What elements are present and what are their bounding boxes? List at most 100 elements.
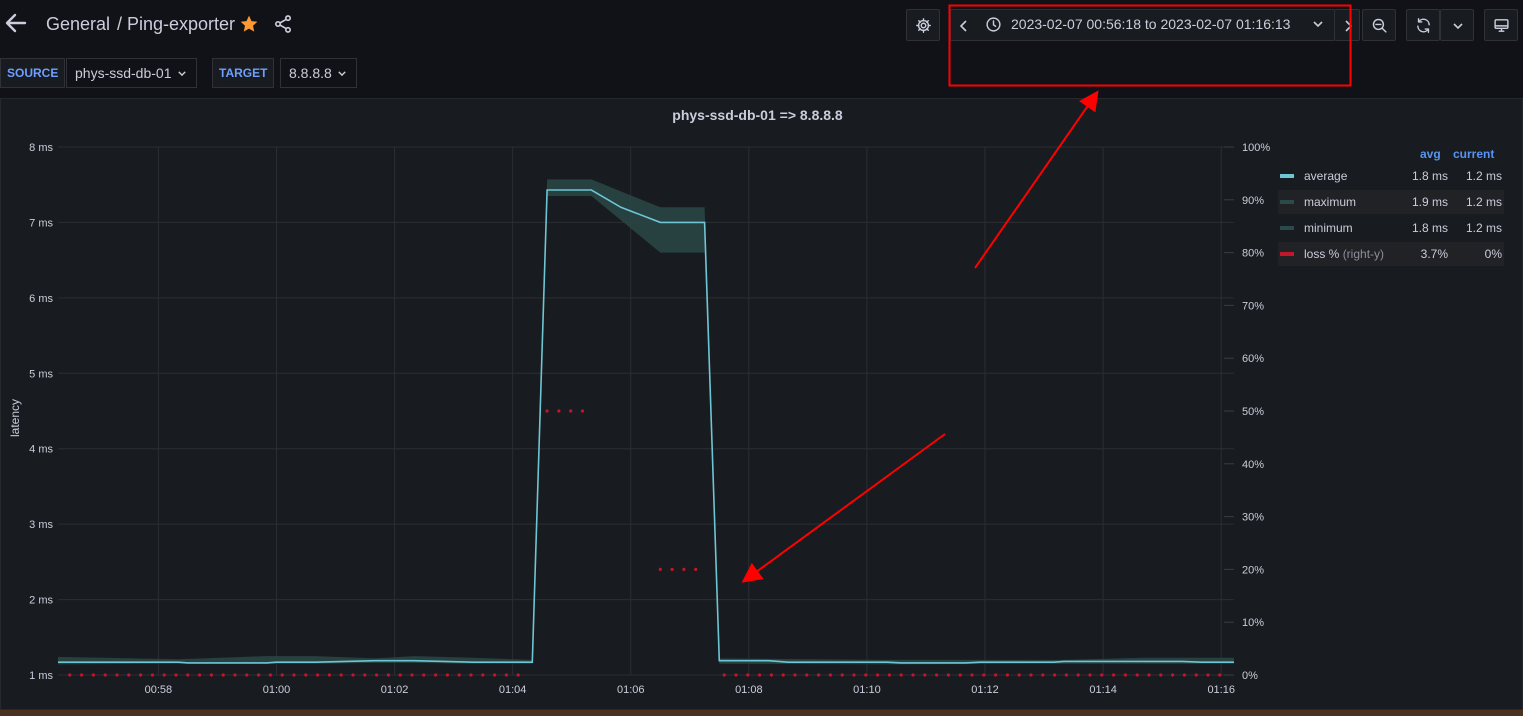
series-loss-point (1029, 673, 1033, 677)
series-loss-point (758, 673, 762, 677)
legend-avg-value: 1.8 ms (1411, 221, 1448, 235)
series-loss-point (923, 673, 927, 677)
series-loss-point (658, 567, 662, 572)
right-axis-tick-label: 90% (1242, 195, 1264, 207)
series-loss-point (1171, 673, 1175, 677)
x-axis-tick-label: 01:12 (971, 684, 999, 696)
series-loss-point (958, 673, 962, 677)
series-loss-point (722, 673, 726, 677)
legend-series-name: maximum (1304, 195, 1357, 209)
right-axis-tick-label: 30% (1242, 512, 1264, 524)
series-loss-point (1159, 673, 1163, 677)
series-loss-point (162, 673, 166, 677)
series-loss-point (245, 673, 249, 677)
series-loss-point (316, 673, 320, 677)
legend-avg-value: 3.7% (1420, 247, 1448, 261)
y-axis-tick-label: 1 ms (29, 670, 53, 682)
legend-swatch (1280, 252, 1294, 256)
legend-header-current[interactable]: current (1453, 147, 1494, 161)
series-loss-point (127, 673, 131, 677)
series-loss-point (899, 673, 903, 677)
legend-loss-axis: (right-y) (1342, 247, 1385, 261)
series-loss-point (1100, 673, 1104, 677)
x-axis-tick-label: 01:02 (381, 684, 409, 696)
legend-current-value: 1.2 ms (1465, 195, 1502, 209)
legend-row-minimum[interactable]: minimum 1.8 ms 1.2 ms (1278, 216, 1504, 240)
series-loss-point (103, 673, 107, 677)
legend-current-value: 1.2 ms (1465, 169, 1502, 183)
series-loss-point (694, 567, 698, 572)
y-axis-tick-label: 7 ms (29, 217, 53, 229)
series-loss-point (1182, 673, 1186, 677)
series-loss-point (150, 673, 154, 677)
series-loss-point (445, 673, 449, 677)
series-loss-point (1218, 673, 1222, 677)
series-loss-point (569, 409, 573, 413)
series-loss-point (434, 673, 438, 677)
x-axis-tick-label: 01:16 (1207, 684, 1235, 696)
legend-header-avg[interactable]: avg (1420, 147, 1441, 161)
right-axis-tick-label: 20% (1242, 564, 1264, 576)
series-loss-point (68, 673, 72, 677)
series-loss-point (292, 673, 296, 677)
series-loss-point (91, 673, 95, 677)
series-loss-point (80, 673, 84, 677)
series-loss-point (1206, 673, 1210, 677)
latency-chart[interactable]: 1 ms 2 ms 3 ms 4 ms 5 ms 6 ms 7 ms 8 ms 0% 10% 20%… (0, 0, 1523, 716)
legend-row-average[interactable]: average 1.8 ms 1.2 ms (1278, 164, 1504, 188)
y-axis-tick-label: 4 ms (29, 444, 53, 456)
series-loss-point (982, 673, 986, 677)
legend-loss-name: loss % (1304, 247, 1340, 261)
series-loss-point (781, 673, 785, 677)
series-loss-point (1194, 673, 1198, 677)
legend-swatch (1280, 200, 1294, 204)
series-loss-point (557, 409, 561, 413)
series-loss-point (139, 673, 143, 677)
x-axis-tick-label: 01:08 (735, 684, 763, 696)
series-loss-point (280, 673, 284, 677)
series-loss-point (339, 673, 343, 677)
series-loss-point (398, 673, 402, 677)
legend-current-value: 1.2 ms (1465, 221, 1502, 235)
series-loss-point (840, 673, 844, 677)
series-loss-point (734, 673, 738, 677)
legend-row-maximum[interactable]: maximum 1.9 ms 1.2 ms (1278, 190, 1504, 214)
series-loss-point (1147, 673, 1151, 677)
series-loss-point (852, 673, 856, 677)
legend-avg-value: 1.8 ms (1411, 169, 1448, 183)
series-loss-point (828, 673, 833, 677)
x-axis-tick-label: 01:06 (617, 684, 645, 696)
y-axis-label: latency (8, 399, 22, 437)
series-loss-point (375, 673, 379, 677)
series-loss-point (186, 673, 190, 677)
y-axis-tick-label: 6 ms (29, 293, 53, 305)
series-min-max-band (58, 179, 1234, 665)
legend-series-name: loss % (right-y) (1304, 247, 1384, 261)
series-loss-point (805, 673, 809, 677)
series-loss-point (327, 673, 331, 677)
series-loss-point (911, 673, 915, 677)
series-loss-point (876, 673, 880, 677)
y-axis-tick-label: 2 ms (29, 595, 53, 607)
series-loss-point (493, 673, 497, 677)
series-loss-point (422, 673, 426, 677)
series-loss-point (946, 673, 951, 677)
series-loss-point (209, 673, 213, 677)
series-loss-point (1076, 673, 1080, 677)
legend-row-loss[interactable]: loss % (right-y) 3.7% 0% (1278, 242, 1504, 266)
series-loss-point (351, 673, 355, 677)
right-axis-tick-label: 40% (1242, 459, 1264, 471)
series-loss-point (1123, 673, 1127, 677)
series-average-line (58, 189, 1234, 664)
series-loss-point (386, 673, 390, 677)
series-loss-point (268, 673, 272, 677)
series-loss-point (817, 673, 821, 677)
series-loss-point (994, 673, 998, 677)
right-axis-tick-label: 80% (1242, 248, 1264, 260)
series-loss-point (1005, 673, 1010, 677)
legend-avg-value: 1.9 ms (1411, 195, 1448, 209)
series-loss-point (682, 567, 686, 572)
series-loss-point (469, 673, 473, 677)
series-loss-point (304, 673, 308, 677)
series-loss-point (257, 673, 261, 677)
